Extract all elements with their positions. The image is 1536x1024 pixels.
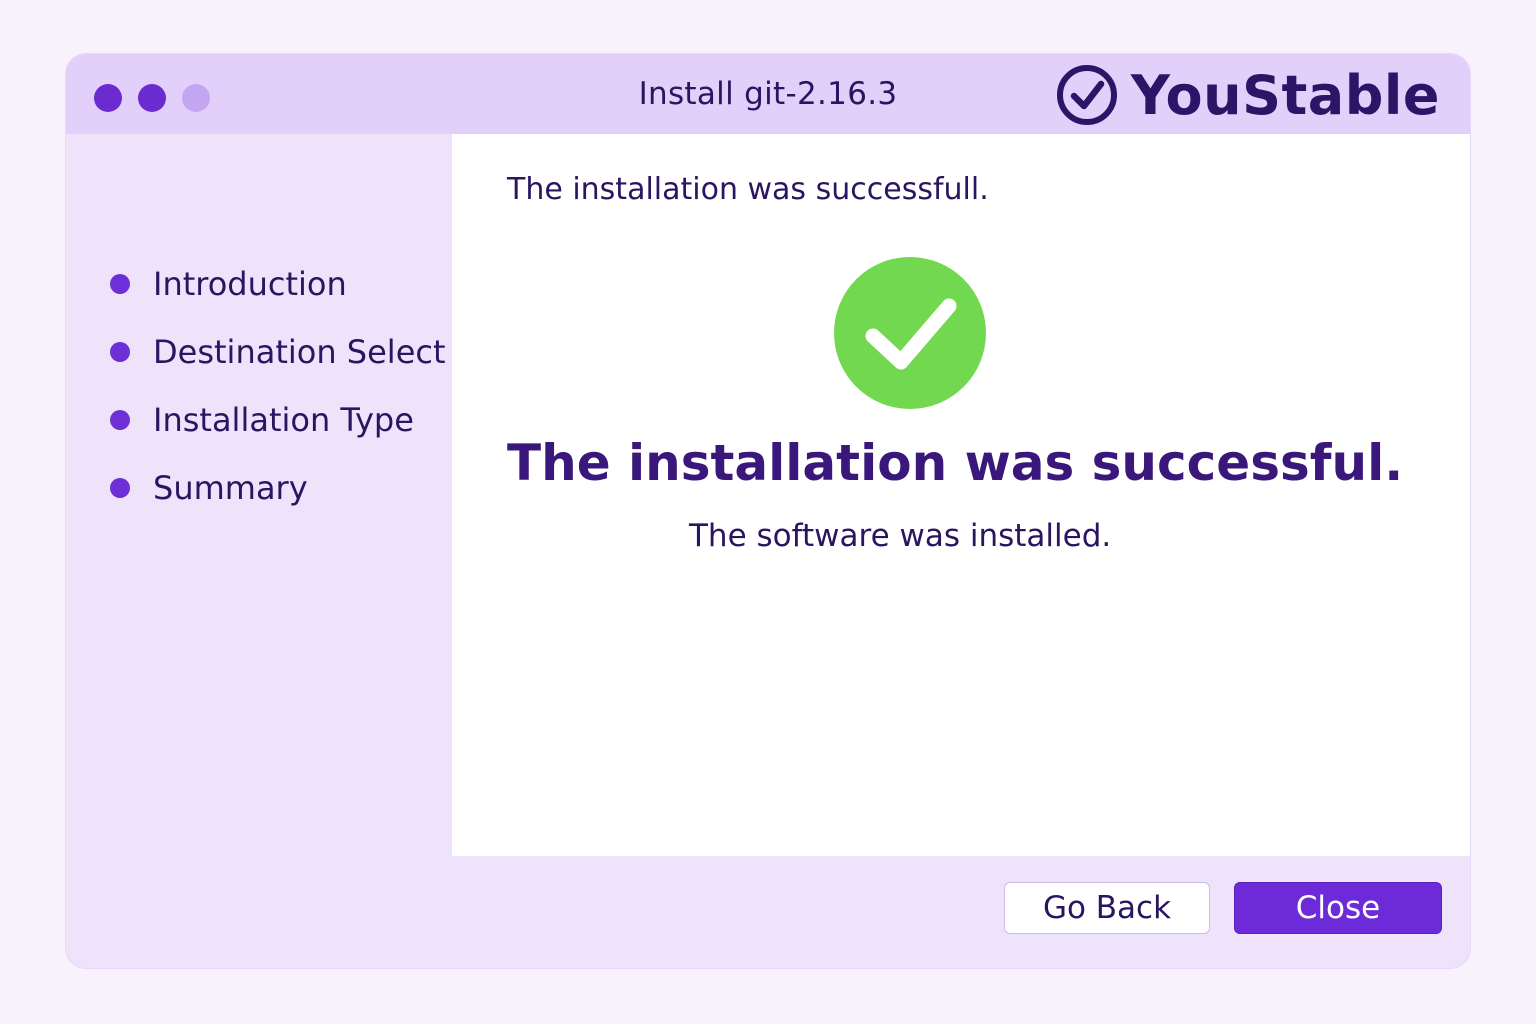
step-bullet-icon [110, 342, 130, 362]
success-check-icon [834, 257, 986, 409]
step-destination-select: Destination Select [110, 318, 446, 386]
step-label: Destination Select [153, 333, 446, 371]
step-label: Introduction [153, 265, 347, 303]
brand-name: YouStable [1130, 63, 1440, 127]
check-circle-icon [1056, 65, 1117, 125]
top-status-message: The installation was successfull. [507, 172, 989, 207]
step-installation-type: Installation Type [110, 386, 446, 454]
success-subline: The software was installed. [689, 518, 1112, 554]
step-introduction: Introduction [110, 250, 446, 318]
steps-list: Introduction Destination Select Installa… [110, 250, 446, 522]
step-label: Summary [153, 469, 308, 507]
step-bullet-icon [110, 410, 130, 430]
content-pane: The installation was successfull. The in… [452, 134, 1470, 856]
button-bar: Go Back Close [66, 856, 1470, 968]
go-back-button[interactable]: Go Back [1004, 882, 1210, 934]
close-button[interactable]: Close [1234, 882, 1442, 934]
steps-sidebar: Introduction Destination Select Installa… [66, 134, 450, 856]
step-label: Installation Type [153, 401, 414, 439]
success-headline: The installation was successful. [507, 434, 1404, 492]
brand-logo: YouStable [1055, 62, 1440, 128]
step-bullet-icon [110, 478, 130, 498]
installer-window: Install git-2.16.3 YouStable Introductio… [66, 54, 1470, 968]
step-bullet-icon [110, 274, 130, 294]
step-summary: Summary [110, 454, 446, 522]
title-bar: Install git-2.16.3 YouStable [66, 54, 1470, 134]
